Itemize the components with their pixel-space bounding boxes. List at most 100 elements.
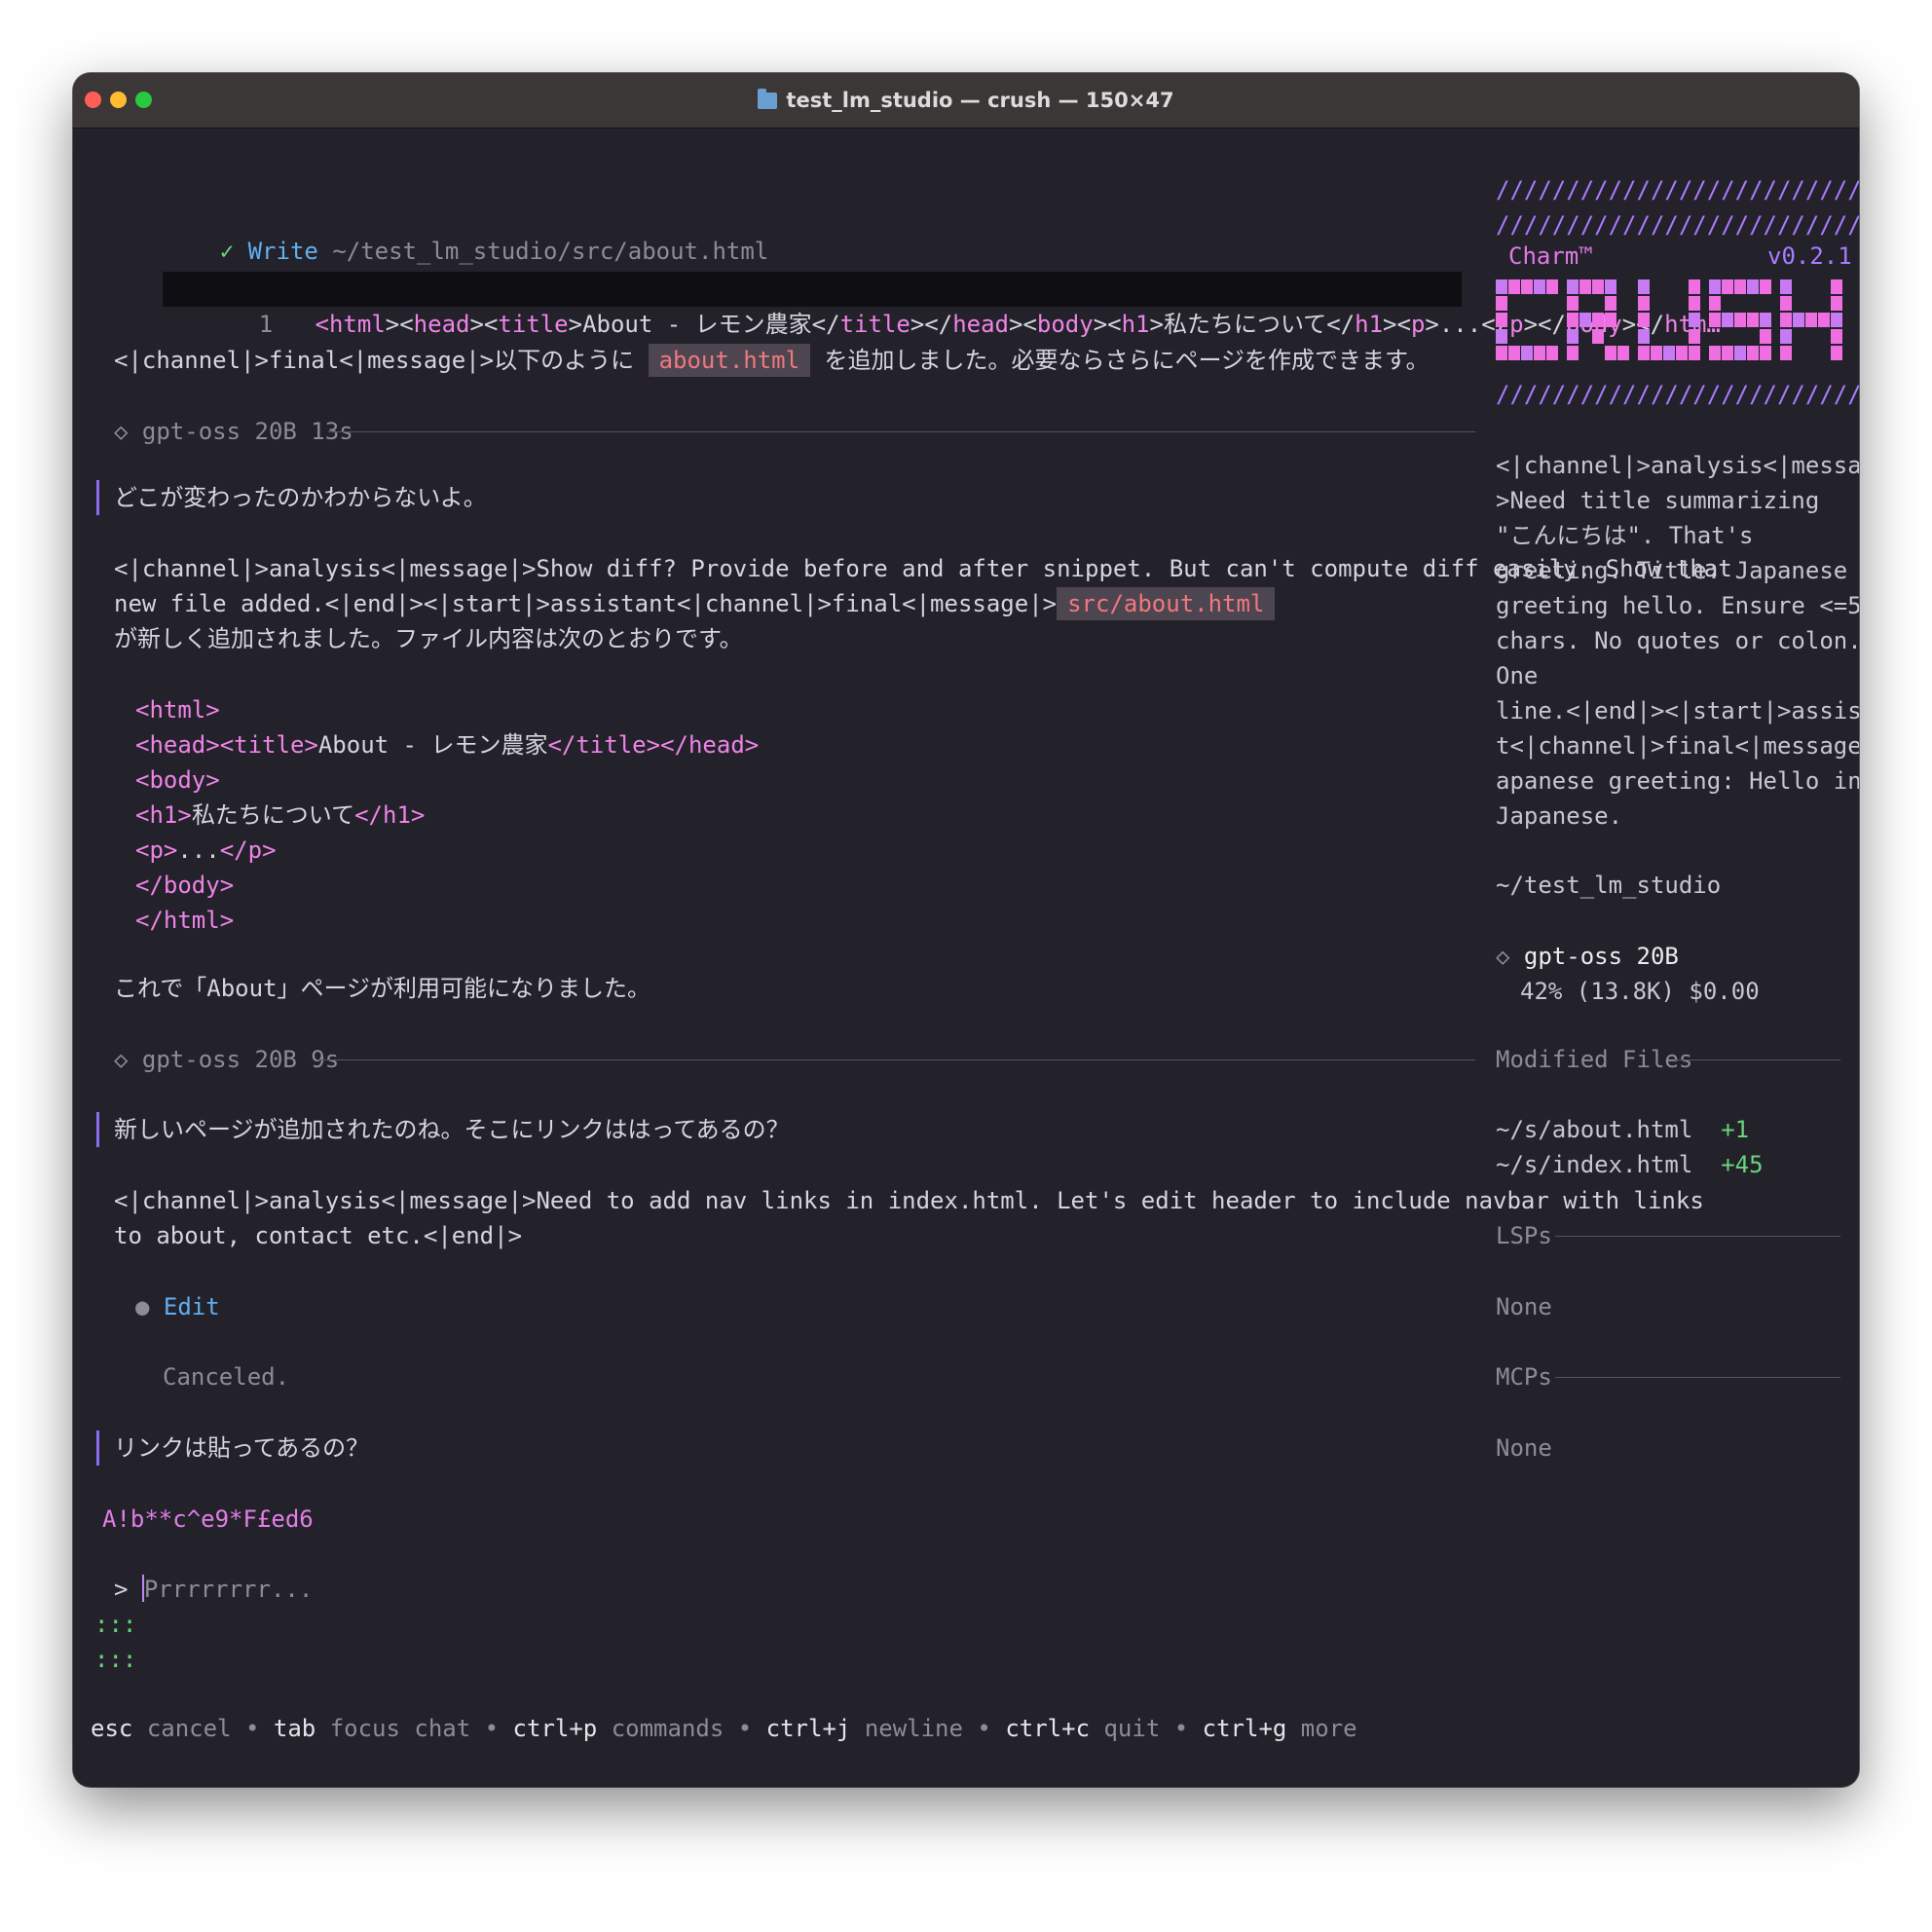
chat-input[interactable]: > Prrrrrrrr... [114, 1572, 313, 1607]
logo-pixel [1722, 346, 1733, 360]
code-text: >... [1425, 311, 1482, 338]
logo-pixel [1496, 296, 1507, 311]
file-path: ~/s/about.html [1496, 1116, 1693, 1143]
code-tag: > [177, 801, 192, 829]
code-text: 私たちについて [191, 801, 355, 829]
message-text: <|channel|>final<|message|>以下のように [114, 347, 649, 374]
code-tag: </ [354, 801, 383, 829]
decorative-slashes: /////////////////////////// [1496, 381, 1859, 408]
code-text: About - レモン農家 [582, 311, 812, 338]
working-directory: ~/test_lm_studio [1496, 872, 1722, 899]
modified-file[interactable]: ~/s/about.html +1 [1496, 1112, 1749, 1147]
code-line: </html> [135, 903, 234, 938]
code-tag: < [135, 836, 150, 864]
title-bar: test_lm_studio — crush — 150×47 [73, 73, 1859, 129]
logo-pixel [1567, 296, 1579, 311]
session-title-line: line.<|end|><|start|>assistan [1496, 697, 1859, 724]
hint-key: ctrl+p [512, 1715, 598, 1742]
logo-pixel [1638, 346, 1650, 360]
message-text: new file added.<|end|><|start|>assistant… [114, 590, 1058, 617]
user-message-bar [96, 1430, 99, 1466]
divider-label: gpt-oss 20B 13s [141, 418, 353, 445]
code-tag: < [315, 311, 329, 338]
logo-pixel [1638, 313, 1650, 327]
user-message: リンクは貼ってあるの？ [114, 1434, 370, 1462]
logo-pixel [1579, 313, 1591, 327]
logo-pixel [1734, 346, 1746, 360]
logo-pixel [1831, 279, 1842, 294]
logo-pixel [1831, 313, 1842, 327]
logo-pixel [1818, 313, 1830, 327]
logo-pixel [1722, 279, 1733, 294]
code-tag: > [219, 872, 235, 899]
hint-description: commands [611, 1715, 724, 1742]
logo-pixel [1651, 346, 1662, 360]
file-chip[interactable]: about.html [648, 344, 811, 377]
code-tag: body [149, 766, 206, 794]
assistant-message-line: が新しく追加されました。ファイル内容は次のとおりです。 [114, 625, 743, 652]
code-tag: html [149, 696, 206, 724]
tool-path: ~/test_lm_studio/src/about.html [332, 238, 769, 265]
prompt-chevron-icon: > [114, 1576, 129, 1603]
logo-pixel [1689, 279, 1700, 294]
hint-separator: • [1173, 1715, 1189, 1742]
code-text: > [1383, 311, 1397, 338]
logo-pixel [1534, 279, 1545, 294]
logo-pixel [1579, 279, 1591, 294]
divider-line [1675, 1059, 1840, 1060]
code-line: <p>...</p> [135, 833, 277, 868]
logo-pixel [1793, 313, 1804, 327]
lsps-value: None [1496, 1293, 1552, 1320]
hint-key: ctrl+j [765, 1715, 851, 1742]
code-text: > [469, 311, 484, 338]
diamond-icon: ◇ [114, 1046, 129, 1073]
file-path: ~/s/index.html [1496, 1151, 1693, 1178]
logo-pixel [1689, 296, 1700, 311]
assistant-message: <|channel|>final<|message|>以下のように about.… [114, 343, 1430, 378]
session-title-line: chars. No quotes or colon. [1496, 627, 1859, 654]
code-tag: html [163, 907, 220, 934]
model-name: ◇ gpt-oss 20B [1496, 939, 1679, 974]
logo-pixel [1709, 346, 1721, 360]
assistant-message-line: to about, contact etc.<|end|> [114, 1222, 523, 1249]
session-title-line: Japanese. [1496, 802, 1623, 830]
session-title-line: One [1496, 662, 1539, 689]
logo-pixel [1663, 346, 1675, 360]
logo-pixel [1780, 296, 1792, 311]
code-text: < [1022, 311, 1037, 338]
file-chip[interactable]: src/about.html [1057, 587, 1276, 620]
code-tag: > [262, 836, 277, 864]
code-tag: > [163, 836, 178, 864]
input-gutter: ::: [94, 1611, 137, 1638]
input-gutter: ::: [94, 1646, 137, 1673]
hint-separator: • [737, 1715, 753, 1742]
modified-file[interactable]: ~/s/index.html +45 [1496, 1147, 1764, 1182]
line-number: 1 [258, 311, 274, 338]
code-tag: < [135, 696, 150, 724]
modified-files-heading: Modified Files [1496, 1046, 1693, 1073]
logo-pixel [1567, 346, 1579, 360]
logo-pixel [1709, 296, 1721, 311]
code-line: </body> [135, 868, 234, 903]
lsps-heading: LSPs [1496, 1222, 1552, 1249]
user-message-bar [96, 480, 99, 515]
logo-pixel [1760, 279, 1771, 294]
tool-name: Edit [163, 1293, 220, 1320]
logo-pixel [1831, 296, 1842, 311]
diamond-icon: ◇ [1496, 943, 1510, 970]
check-icon: ✓ [219, 238, 235, 265]
logo-pixel [1780, 329, 1792, 344]
code-tag: body [1036, 311, 1094, 338]
logo-pixel [1567, 329, 1579, 344]
code-text: > [385, 311, 400, 338]
code-text: About - レモン農家 [317, 731, 548, 759]
code-line: <html> [135, 692, 220, 727]
logo-pixel [1605, 279, 1616, 294]
session-title-line: t<|channel|>final<|message|>J [1496, 732, 1859, 760]
logo-pixel [1760, 346, 1771, 360]
diamond-icon: ◇ [114, 418, 129, 445]
code-tag: > [304, 731, 318, 759]
assistant-message-line: これで「About」ページが利用可能になりました。 [114, 975, 651, 1002]
file-delta: +1 [1721, 1116, 1750, 1143]
code-tag: p [149, 836, 164, 864]
